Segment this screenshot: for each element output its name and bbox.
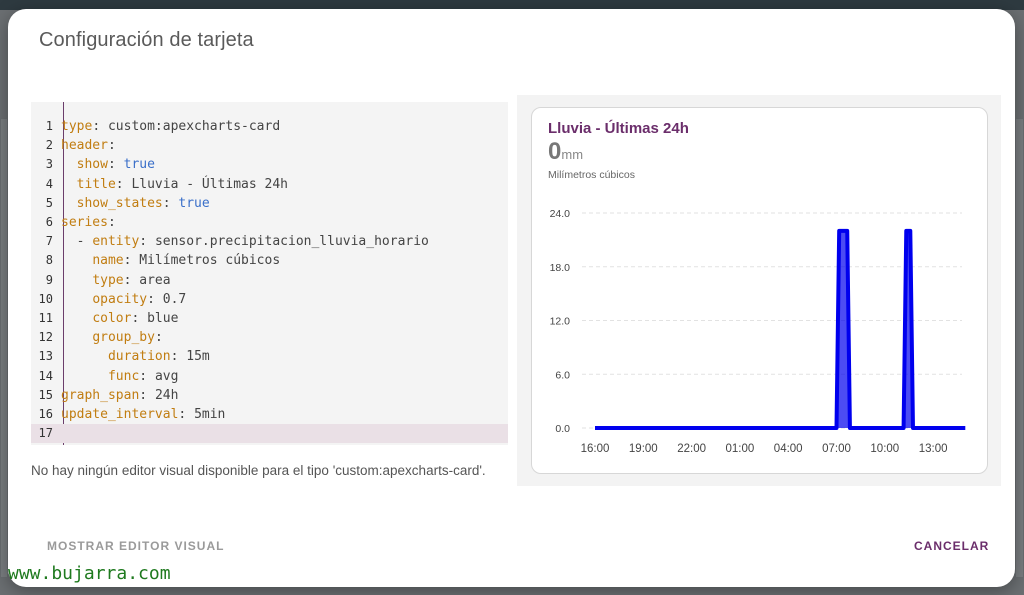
x-tick-label: 04:00 [774,443,803,455]
line-text: show: true [76,157,155,173]
code-line[interactable]: 3 show: true [31,155,508,174]
code-line[interactable]: 16 update_interval: 5min [31,405,508,424]
code-line[interactable]: 10 opacity: 0.7 [31,290,508,309]
code-line[interactable]: 12 group_by: [31,328,508,347]
y-tick-label: 6.0 [555,369,570,381]
x-tick-label: 13:00 [919,443,948,455]
x-tick-label: 19:00 [629,443,658,455]
background-panel-right [1015,118,1024,578]
line-text: func: avg [107,368,179,384]
line-number: 17 [38,426,53,441]
code-line[interactable]: 2 header: [31,136,508,155]
x-tick-label: 22:00 [677,443,706,455]
line-number: 10 [38,291,53,306]
no-visual-editor-notice: No hay ningún editor visual disponible p… [31,463,486,478]
code-line[interactable]: 1 type: custom:apexcharts-card [31,117,508,136]
cancel-button[interactable]: CANCELAR [914,539,989,553]
code-line[interactable]: 8 name: Milímetros cúbicos [31,251,508,270]
line-number: 12 [38,330,53,345]
line-number: 16 [38,407,53,421]
code-line[interactable]: 17 [31,424,508,444]
line-text: title: Lluvia - Últimas 24h [76,176,288,192]
x-tick-label: 01:00 [726,443,755,455]
line-number: 3 [45,157,53,172]
line-text: opacity: 0.7 [92,291,187,307]
dialog-title: Configuración de tarjeta [39,29,254,51]
line-number: 4 [45,176,53,191]
watermark: www.bujarra.com [8,563,171,584]
line-text: header: [61,138,116,154]
line-text: update_interval: 5min [61,407,226,422]
line-number: 5 [45,195,53,210]
line-number: 14 [38,368,53,383]
line-text: graph_span: 24h [61,387,179,403]
code-line[interactable]: 5 show_states: true [31,194,508,213]
line-text: series: [61,215,116,230]
line-text: type: area [92,272,171,288]
code-line[interactable]: 7 - entity: sensor.precipitacion_lluvia_… [31,232,508,251]
line-text: group_by: [92,330,163,346]
line-number: 2 [45,138,53,153]
line-text: show_states: true [76,195,210,211]
y-tick-label: 12.0 [550,316,571,328]
line-number: 15 [38,387,53,402]
code-line[interactable]: 11 color: blue [31,309,508,328]
line-number: 9 [45,272,53,287]
code-line[interactable]: 15 graph_span: 24h [31,386,508,405]
background-panel-left [0,118,8,578]
line-text: type: custom:apexcharts-card [61,119,281,134]
code-line[interactable]: 6 series: [31,213,508,232]
line-number: 11 [38,311,53,325]
code-line[interactable]: 13 duration: 15m [31,347,508,366]
x-tick-label: 07:00 [822,443,851,455]
line-number: 6 [45,215,53,229]
line-number: 13 [38,349,53,364]
line-text: name: Milímetros cúbicos [92,253,281,269]
y-tick-label: 24.0 [550,208,571,220]
rain-chart: 0.0 6.0 12.0 18.0 24.0 16:00 19:00 22:00 01:00 04… [550,208,966,455]
yaml-code-editor[interactable]: 1 type: custom:apexcharts-card 2 header: 3 s… [31,102,508,445]
code-line[interactable]: 4 title: Lluvia - Últimas 24h [31,175,508,194]
apexcharts-card: Lluvia - Últimas 24h 0mm Milímetros cúbi… [531,107,988,474]
show-visual-editor-button[interactable]: MOSTRAR EDITOR VISUAL [47,539,224,553]
x-tick-label: 16:00 [581,443,610,455]
x-tick-label: 10:00 [870,443,899,455]
line-number: 8 [45,253,53,268]
line-number: 1 [45,119,53,133]
code-line[interactable]: 9 type: area [31,271,508,290]
y-tick-label: 0.0 [555,423,570,435]
line-text: duration: 15m [107,349,210,365]
line-text: - entity: sensor.precipitacion_lluvia_ho… [61,234,429,250]
line-text: color: blue [92,311,179,326]
y-tick-label: 18.0 [550,262,571,274]
line-number: 7 [45,234,53,249]
code-line[interactable]: 14 func: avg [31,367,508,386]
